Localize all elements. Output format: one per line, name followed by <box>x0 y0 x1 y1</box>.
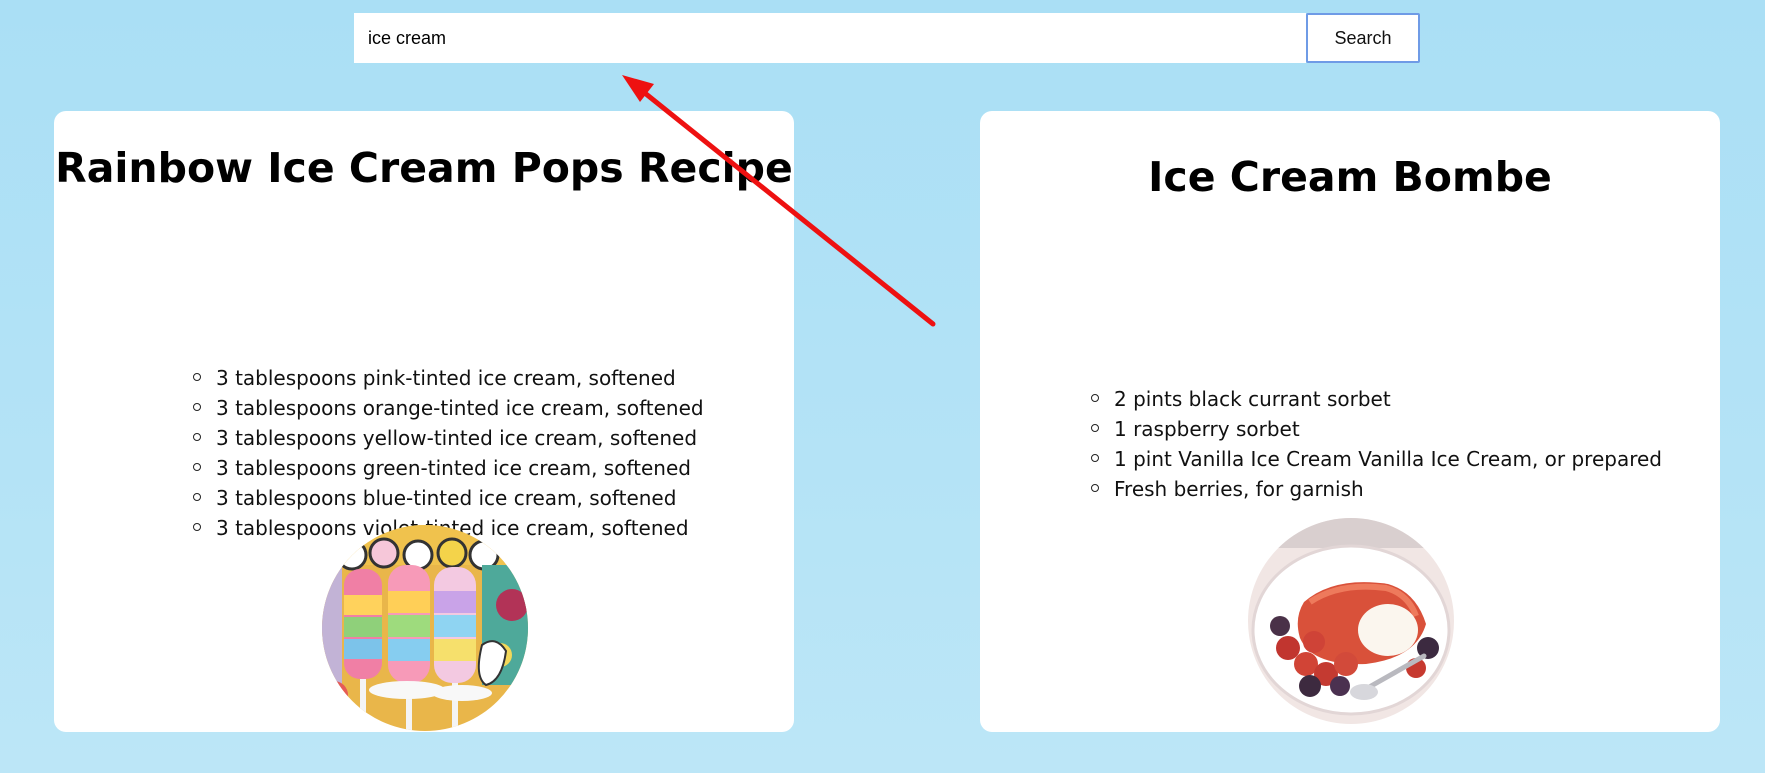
ingredient-item: 3 tablespoons yellow-tinted ice cream, s… <box>193 423 704 453</box>
search-bar: Search <box>354 13 1420 63</box>
recipe-card-rainbow-ice-cream-pops: Rainbow Ice Cream Pops Recipe 3 tablespo… <box>54 111 794 732</box>
search-button[interactable]: Search <box>1306 13 1420 63</box>
ingredient-list: 3 tablespoons pink-tinted ice cream, sof… <box>193 363 704 543</box>
recipe-card-ice-cream-bombe: Ice Cream Bombe 2 pints black currant so… <box>980 111 1720 732</box>
ingredient-item: 3 tablespoons green-tinted ice cream, so… <box>193 453 704 483</box>
ingredient-item: 2 pints black currant sorbet <box>1091 384 1662 414</box>
ingredient-item: 1 pint Vanilla Ice Cream Vanilla Ice Cre… <box>1091 444 1662 474</box>
recipe-title: Rainbow Ice Cream Pops Recipe <box>55 144 793 192</box>
search-input[interactable] <box>354 13 1306 63</box>
ingredient-item: 1 raspberry sorbet <box>1091 414 1662 444</box>
ingredient-item: 3 tablespoons orange-tinted ice cream, s… <box>193 393 704 423</box>
ingredient-item: Fresh berries, for garnish <box>1091 474 1662 504</box>
ingredient-item: 3 tablespoons blue-tinted ice cream, sof… <box>193 483 704 513</box>
recipe-title: Ice Cream Bombe <box>1148 153 1552 201</box>
ingredient-list: 2 pints black currant sorbet 1 raspberry… <box>1091 384 1662 504</box>
rainbow-ice-cream-pops-photo <box>322 525 528 731</box>
ingredient-item: 3 tablespoons pink-tinted ice cream, sof… <box>193 363 704 393</box>
ice-cream-bombe-photo <box>1248 518 1454 724</box>
